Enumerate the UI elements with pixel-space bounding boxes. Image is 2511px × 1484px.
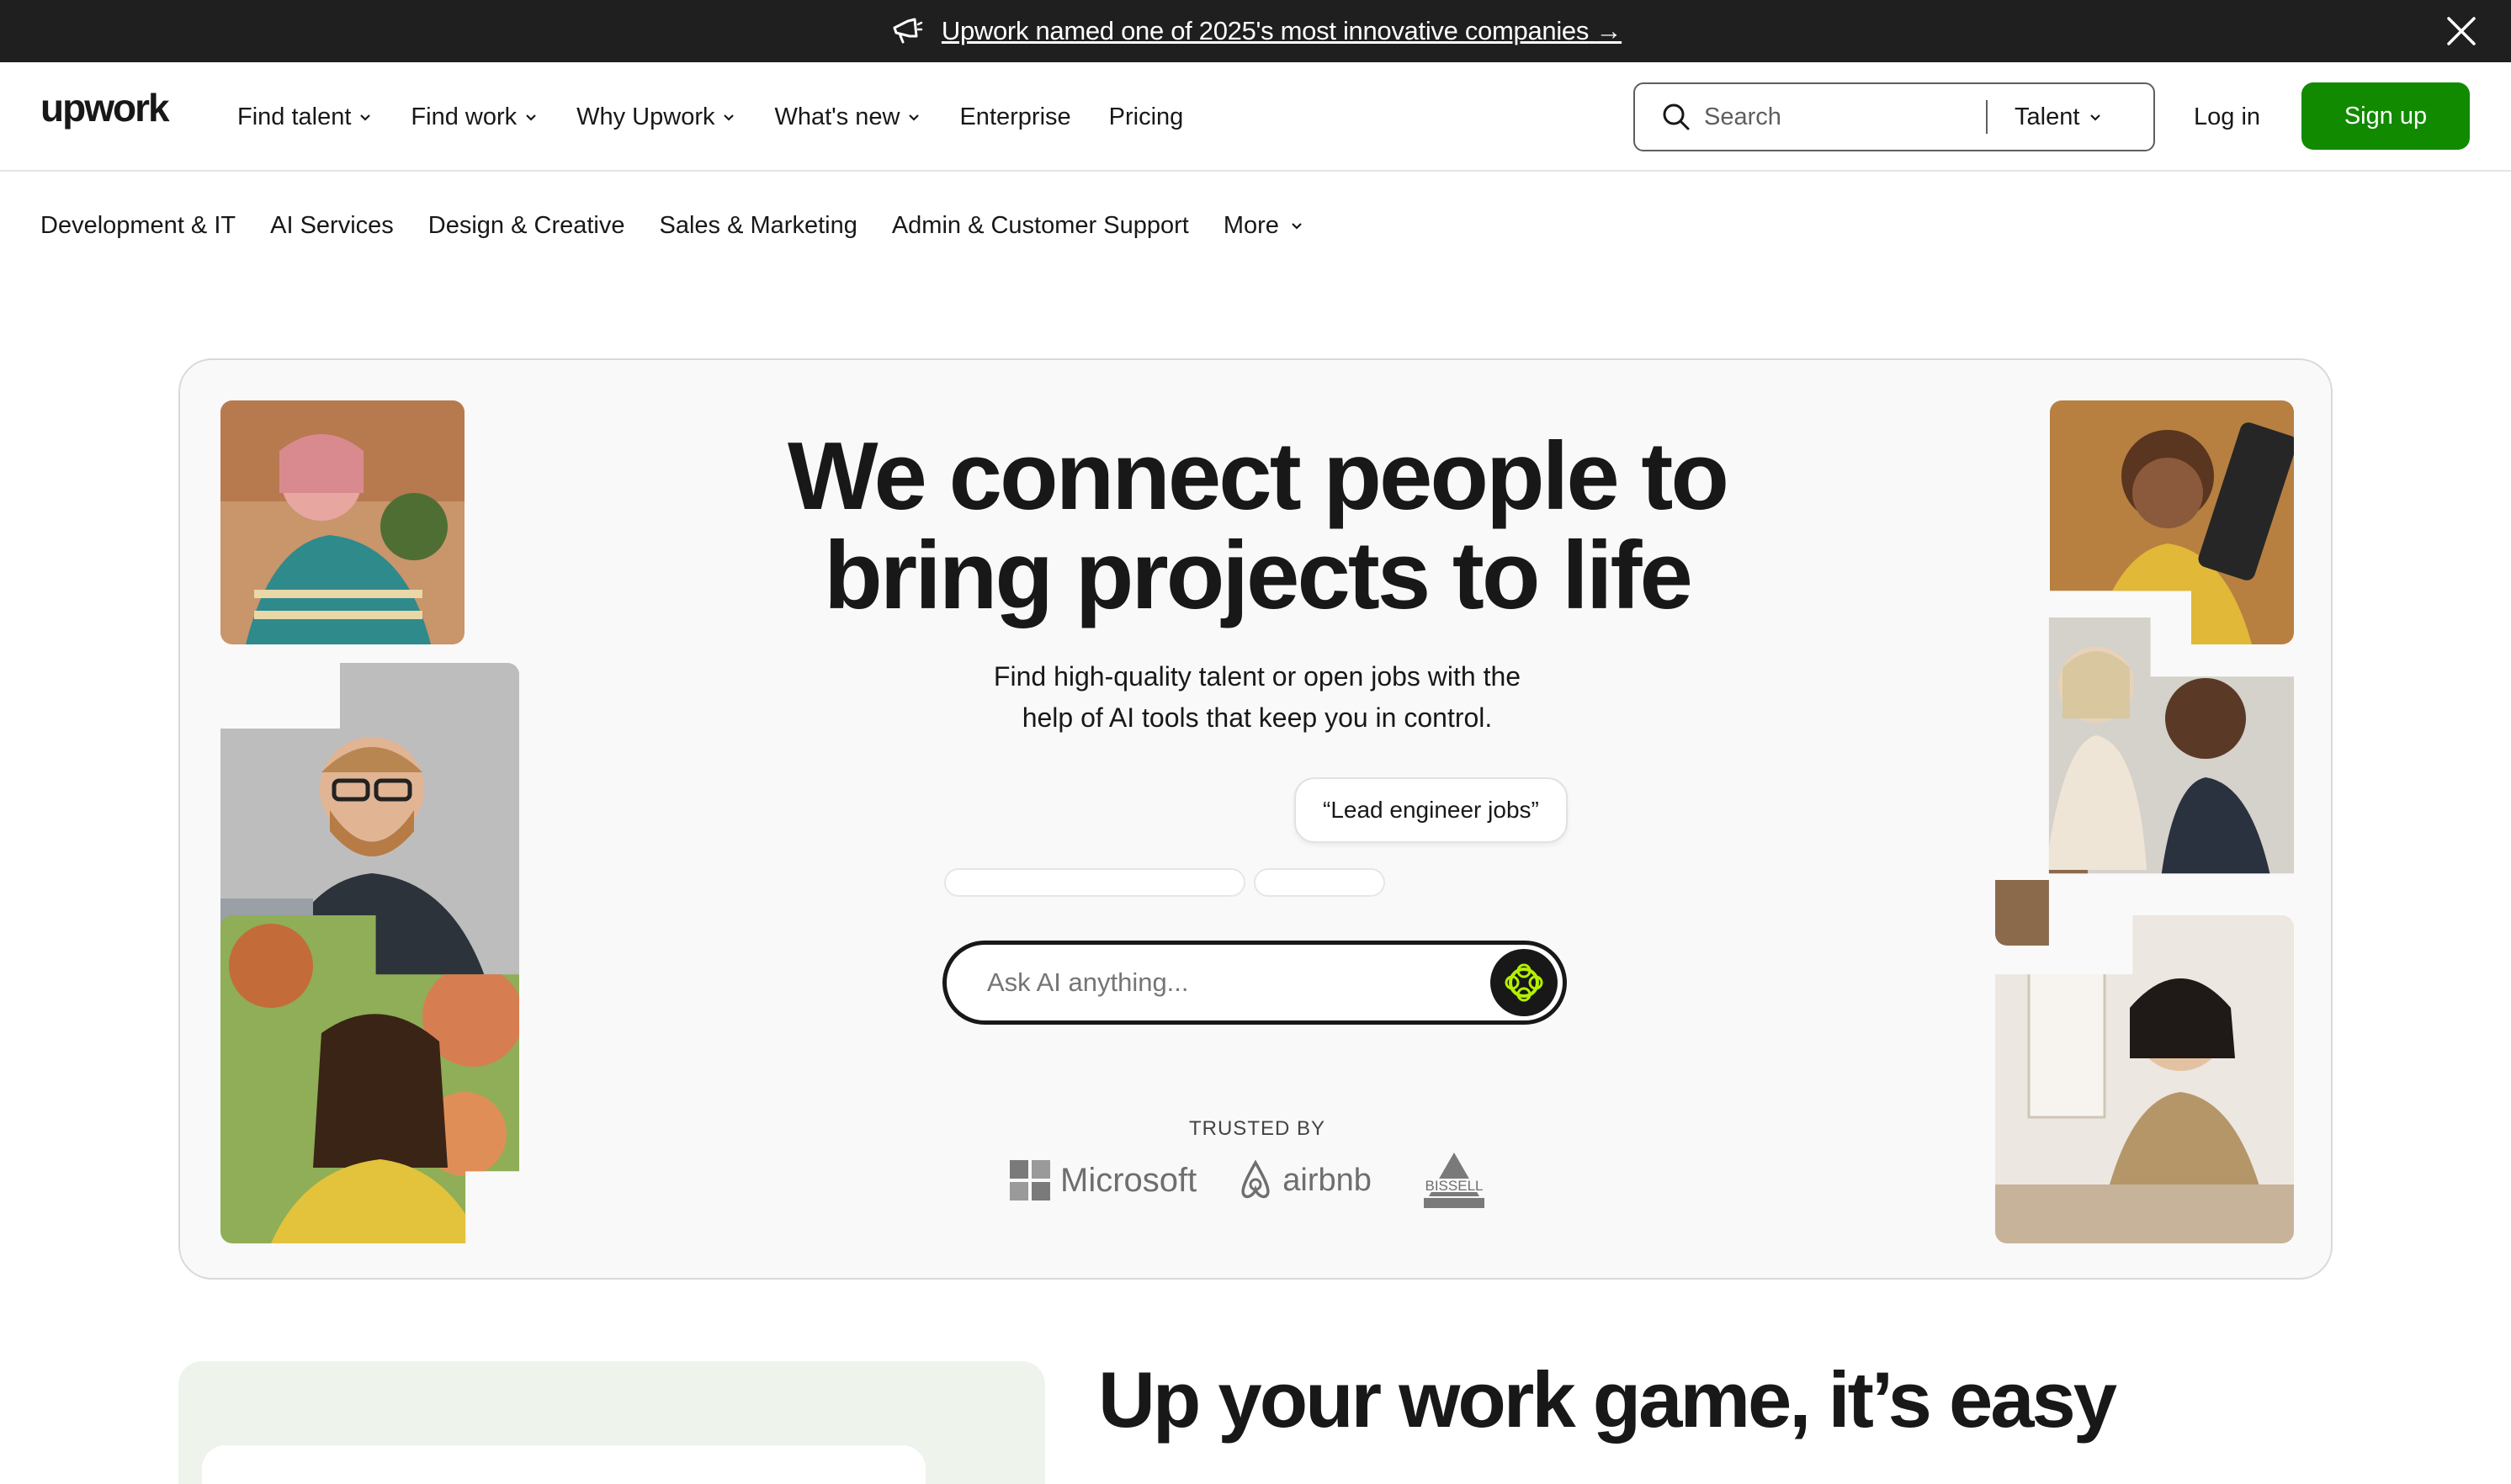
feature-preview-card [178,1361,1045,1484]
category-bar: Development & IT AI Services Design & Cr… [40,200,1339,251]
ai-sparkle-icon [1505,963,1543,1002]
feature-preview-inner [202,1445,926,1484]
chevron-down-icon [526,114,536,121]
upwork-logo[interactable]: upwork [40,91,180,135]
main-nav: Find talent Find work Why Upwork What's … [237,62,1221,172]
search-divider [1986,100,1988,134]
nav-pricing[interactable]: Pricing [1109,103,1184,131]
svg-text:upwork: upwork [40,91,170,130]
ask-ai-input[interactable] [987,967,1490,998]
hero-subtitle-line-2: help of AI tools that keep you in contro… [1022,702,1493,733]
photo-freelancer-6 [1995,915,2294,1243]
category-more[interactable]: More [1224,212,1304,240]
chevron-down-icon [724,114,735,121]
ask-ai-submit-button[interactable] [1490,949,1558,1016]
signup-button[interactable]: Sign up [2301,82,2470,150]
category-sales-marketing[interactable]: Sales & Marketing [660,212,857,240]
microsoft-icon [1010,1160,1050,1200]
hero-title-line-1: We connect people to [787,423,1729,530]
section-title: Up your work game, it’s easy [1098,1355,2117,1444]
hero-subtitle-line-1: Find high-quality talent or open jobs wi… [993,661,1521,692]
close-icon[interactable] [2444,13,2479,49]
header-search[interactable]: Search Talent [1633,82,2155,151]
category-design-creative[interactable]: Design & Creative [428,212,625,240]
category-development-it[interactable]: Development & IT [40,212,236,240]
hero-card: We connect people to bring projects to l… [178,358,2333,1280]
airbnb-icon [1241,1159,1270,1199]
site-header: upwork Find talent Find work Why Upwork … [0,62,2511,172]
announcement-link[interactable]: Upwork named one of 2025's most innovati… [942,16,1622,46]
suggestion-placeholder [1254,868,1385,897]
chevron-down-icon [1292,223,1302,230]
announcement-bar: Upwork named one of 2025's most innovati… [0,0,2511,62]
trusted-logos: Microsoft airbnb BISSELL [1010,1151,1496,1210]
nav-find-talent[interactable]: Find talent [237,103,373,131]
category-admin-support[interactable]: Admin & Customer Support [892,212,1189,240]
trusted-by-label: TRUSTED BY [1188,1117,1325,1140]
ask-ai-box[interactable] [942,941,1567,1025]
search-input[interactable]: Search [1704,103,1986,131]
hero-subtitle: Find high-quality talent or open jobs wi… [180,656,2331,739]
microsoft-logo: Microsoft [1010,1160,1197,1200]
hero-title-line-2: bring projects to life [824,522,1693,629]
chevron-down-icon [909,114,920,121]
login-link[interactable]: Log in [2194,62,2260,172]
search-icon [1663,103,1690,130]
bissell-logo: BISSELL [1418,1153,1491,1208]
megaphone-icon [893,18,923,44]
suggestion-placeholder [944,868,1245,897]
search-scope-select[interactable]: Talent [2015,103,2103,131]
nav-find-work[interactable]: Find work [411,103,539,131]
airbnb-logo: airbnb [1237,1159,1372,1201]
hero-title: We connect people to bring projects to l… [180,423,2331,629]
nav-whats-new[interactable]: What's new [774,103,921,131]
nav-why-upwork[interactable]: Why Upwork [576,103,736,131]
svg-text:BISSELL: BISSELL [1425,1178,1483,1194]
category-ai-services[interactable]: AI Services [270,212,394,240]
chevron-down-icon [2090,114,2101,121]
suggestion-chip[interactable]: “Lead engineer jobs” [1294,777,1568,843]
chevron-down-icon [360,114,371,121]
nav-enterprise[interactable]: Enterprise [959,103,1070,131]
